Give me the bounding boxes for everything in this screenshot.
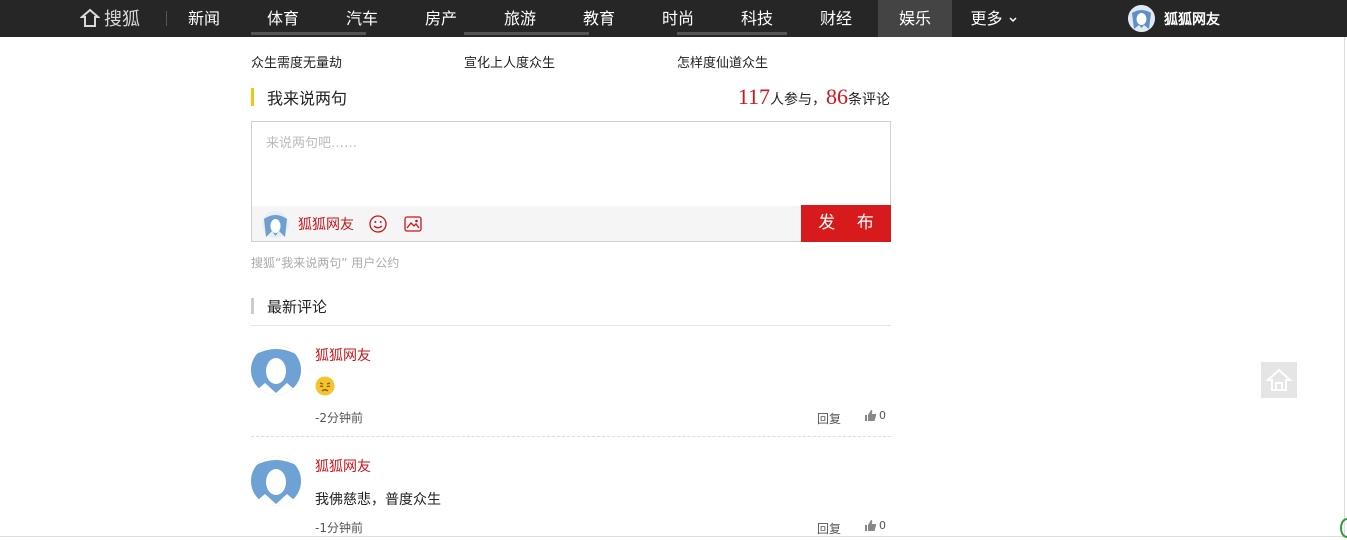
top-nav: 搜狐 新闻 体育 汽车 房产 旅游 教育 时尚 科技 财经 娱乐 更多 狐狐网友 <box>0 0 1347 37</box>
emoji-icon <box>315 376 335 400</box>
sohu-logo[interactable]: 搜狐 <box>80 6 140 30</box>
nav-user-name: 狐狐网友 <box>1164 11 1220 28</box>
comment-box-user[interactable]: 狐狐网友 <box>262 210 354 238</box>
like-button[interactable]: 0 <box>864 519 886 532</box>
related-link[interactable]: 众生需度无量劫 <box>251 52 342 71</box>
scrollbar-edge <box>1344 37 1345 537</box>
comment-box-username: 狐狐网友 <box>298 217 354 233</box>
title-accent-bar <box>251 88 254 106</box>
floating-widget-icon[interactable] <box>1340 518 1347 538</box>
title-accent-bar <box>251 298 254 314</box>
publish-button[interactable]: 发 布 <box>801 205 891 242</box>
nav-more-label: 更多 <box>970 9 1003 28</box>
comment-text: 我佛慈悲，普度众生 <box>315 492 441 508</box>
comment-time: -1分钟前 <box>315 521 363 535</box>
latest-comments-title: 最新评论 <box>267 297 328 316</box>
participant-suffix: 人参与， <box>770 92 826 108</box>
user-policy-link[interactable]: 搜狐“我来说两句” 用户公约 <box>251 254 399 271</box>
thumbs-up-icon <box>865 520 877 531</box>
avatar[interactable] <box>251 345 301 395</box>
divider <box>251 325 891 326</box>
chevron-down-icon <box>1009 16 1017 22</box>
user-avatar <box>1128 5 1155 32</box>
related-link[interactable]: 怎样度仙道众生 <box>677 52 768 71</box>
nav-item-finance[interactable]: 财经 <box>812 0 860 37</box>
avatar <box>262 210 289 238</box>
participant-count: 117 <box>737 84 770 109</box>
faint-link <box>878 58 891 77</box>
sohu-fox-icon <box>80 8 100 27</box>
nav-item-house[interactable]: 房产 <box>417 0 465 37</box>
comment-stats: 117 人参与， 86 条评论 <box>738 84 890 110</box>
comment-item: 狐狐网友 -2分钟前 回复 0 <box>251 345 891 435</box>
reply-button[interactable]: 回复 <box>817 410 841 427</box>
nav-item-more[interactable]: 更多 <box>964 0 1024 37</box>
comment-username[interactable]: 狐狐网友 <box>315 456 371 476</box>
related-link[interactable]: 宣化上人度众生 <box>464 52 555 71</box>
comment-input[interactable] <box>252 122 890 206</box>
comment-separator <box>251 436 891 437</box>
comment-count[interactable]: 86 <box>826 84 848 110</box>
comment-box-footer: 狐狐网友 <box>252 206 890 241</box>
thumbs-up-icon <box>865 410 877 421</box>
avatar[interactable] <box>251 456 301 506</box>
comment-item: 狐狐网友 我佛慈悲，普度众生 -1分钟前 回复 0 <box>251 456 891 540</box>
reply-button[interactable]: 回复 <box>817 520 841 537</box>
nav-item-entertainment[interactable]: 娱乐 <box>878 0 952 37</box>
cut-related-item <box>464 29 594 37</box>
comment-username[interactable]: 狐狐网友 <box>315 345 371 365</box>
cut-related-item <box>677 29 792 37</box>
cut-related-item <box>251 29 371 37</box>
like-count: 0 <box>879 409 886 422</box>
logo-text: 搜狐 <box>104 9 140 30</box>
image-upload-icon[interactable] <box>404 215 422 233</box>
nav-user[interactable]: 狐狐网友 <box>1128 4 1220 33</box>
back-to-top-button[interactable] <box>1261 362 1297 398</box>
comment-section-title: 我来说两句 <box>267 89 348 108</box>
comment-time: -2分钟前 <box>315 411 363 425</box>
emoji-icon[interactable] <box>369 215 387 233</box>
like-count: 0 <box>879 519 886 532</box>
like-button[interactable]: 0 <box>864 409 886 422</box>
comment-box: 狐狐网友 发 布 <box>251 121 891 242</box>
logo-divider <box>166 11 167 26</box>
home-up-icon <box>1265 368 1293 391</box>
divider <box>0 536 1347 537</box>
comment-suffix: 条评论 <box>848 92 890 108</box>
nav-item-news[interactable]: 新闻 <box>180 0 228 37</box>
